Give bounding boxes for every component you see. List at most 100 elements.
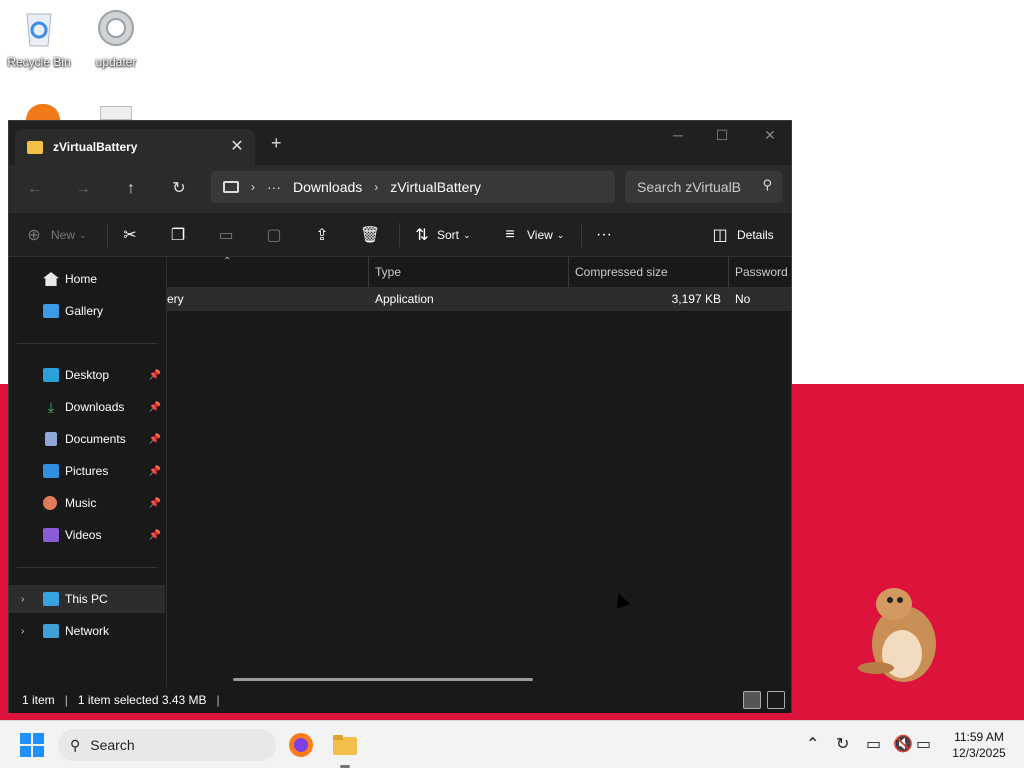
tab-zvirtualbattery[interactable]: zVirtualBattery ✕ [15, 129, 255, 165]
breadcrumb-downloads[interactable]: Downloads [293, 179, 362, 195]
sidebar-item-desktop[interactable]: Desktop 📌 [9, 361, 165, 389]
sidebar-item-network[interactable]: › Network [9, 617, 165, 645]
minimize-button[interactable]: ─ [655, 127, 701, 143]
command-bar: ⊕ New ⌄ ✂ ❐ ▭ ▢ ⇪ 🗑 ⇅ Sort ⌄ ≡ View ⌄ ··… [9, 213, 791, 257]
details-view-toggle[interactable] [743, 691, 761, 709]
clipboard-icon: ▭ [218, 227, 234, 244]
desktop-icon-updater[interactable]: updater [78, 0, 154, 69]
breadcrumb-zvirtualbattery[interactable]: zVirtualBattery [390, 179, 481, 195]
pin-icon[interactable]: 📌 [149, 434, 161, 445]
sidebar-divider [17, 343, 157, 344]
forward-button[interactable]: → [71, 177, 95, 201]
sort-button[interactable]: ⇅ Sort ⌄ [411, 223, 471, 247]
address-bar[interactable]: › ··· Downloads › zVirtualBattery [211, 171, 615, 203]
share-button[interactable]: ⇪ [311, 223, 333, 247]
taskbar: ⚲ Search ⌃ ↻ ▭ 🔇 ▭ 11:59 AM 12/3/2025 [0, 720, 1024, 768]
sidebar-item-label: Desktop [65, 368, 110, 382]
sync-icon[interactable]: ↻ [836, 734, 849, 754]
search-input[interactable]: Search zVirtualB [637, 179, 741, 195]
desktop-icon-recycle-bin[interactable]: Recycle Bin [1, 0, 77, 69]
new-tab-button[interactable]: + [271, 134, 282, 152]
sidebar-item-label: Home [65, 272, 98, 286]
taskbar-search[interactable]: ⚲ Search [58, 729, 276, 761]
sidebar-item-music[interactable]: Music 📌 [9, 489, 165, 517]
chevron-down-icon: ⌄ [463, 229, 471, 240]
details-button[interactable]: ◫ Details [709, 223, 773, 247]
table-row[interactable]: ery Application 3,197 KB No [167, 287, 791, 311]
start-windows-icon[interactable] [18, 731, 46, 759]
toolbar-divider [581, 223, 582, 247]
tiles-view-toggle[interactable] [767, 691, 785, 709]
trash-icon: 🗑 [359, 227, 381, 244]
navigation-bar: ← → ↑ ↻ › ··· Downloads › zVirtualBatter… [9, 165, 791, 213]
close-window-button[interactable]: ✕ [747, 127, 793, 144]
close-tab-icon[interactable]: ✕ [227, 137, 247, 157]
sidebar-item-label: Videos [65, 528, 102, 542]
delete-button[interactable]: 🗑 [359, 223, 381, 247]
gallery-icon [43, 304, 59, 318]
column-header-password[interactable]: Password p [729, 257, 791, 287]
network-status-icon[interactable]: ▭ [866, 734, 881, 754]
firefox-icon[interactable] [287, 731, 315, 759]
documents-icon [45, 432, 57, 446]
column-header-type[interactable]: Type [369, 257, 569, 287]
battery-icon[interactable]: ▭ [916, 734, 931, 754]
see-more-button[interactable]: ··· [593, 223, 615, 247]
more-locations-icon[interactable]: ··· [267, 179, 281, 195]
file-list-pane[interactable]: ⌃ Type Compressed size Password p ery Ap… [167, 257, 791, 687]
pin-icon[interactable]: 📌 [149, 370, 161, 381]
file-explorer-window[interactable]: zVirtualBattery ✕ + ─ ☐ ✕ ← → ↑ ↻ › ··· … [8, 120, 792, 713]
pin-icon[interactable]: 📌 [149, 402, 161, 413]
toolbar-divider [399, 223, 400, 247]
sidebar-item-pictures[interactable]: Pictures 📌 [9, 457, 165, 485]
pin-icon[interactable]: 📌 [149, 466, 161, 477]
show-hidden-icons-chevron-up-icon[interactable]: ⌃ [806, 734, 819, 754]
updater-icon [98, 10, 134, 46]
toolbar-divider [107, 223, 108, 247]
sidebar-item-gallery[interactable]: Gallery [9, 297, 165, 325]
chevron-right-icon[interactable]: › [21, 594, 24, 605]
view-list-icon: ≡ [505, 226, 515, 243]
network-icon [43, 624, 59, 638]
sidebar-item-home[interactable]: Home [9, 265, 165, 293]
music-icon [43, 496, 57, 510]
sidebar-item-downloads[interactable]: ⤓ Downloads 📌 [9, 393, 165, 421]
copy-button[interactable]: ❐ [167, 223, 189, 247]
rename-button[interactable]: ▢ [263, 223, 285, 247]
column-header-compressed-size[interactable]: Compressed size [569, 257, 729, 287]
new-button[interactable]: ⊕ New ⌄ [23, 223, 86, 247]
partial-desktop-file-icon[interactable] [100, 106, 132, 120]
cut-button[interactable]: ✂ [119, 223, 141, 247]
volume-muted-icon[interactable]: 🔇 [893, 734, 913, 754]
sidebar-item-videos[interactable]: Videos 📌 [9, 521, 165, 549]
desktop-icon [43, 368, 59, 382]
pin-icon[interactable]: 📌 [149, 530, 161, 541]
column-header-name[interactable]: ⌃ [167, 257, 369, 287]
pin-icon[interactable]: 📌 [149, 498, 161, 509]
system-clock[interactable]: 11:59 AM 12/3/2025 [944, 729, 1014, 761]
paste-button[interactable]: ▭ [215, 223, 237, 247]
up-button[interactable]: ↑ [119, 177, 143, 201]
view-label: View [527, 228, 553, 242]
sidebar-item-this-pc[interactable]: › This PC [9, 585, 165, 613]
sidebar-item-documents[interactable]: Documents 📌 [9, 425, 165, 453]
sidebar-item-label: Gallery [65, 304, 104, 318]
sidebar-item-label: Network [65, 624, 110, 638]
horizontal-scrollbar[interactable] [233, 678, 533, 681]
chevron-right-icon[interactable]: › [21, 626, 24, 637]
cell-password: No [735, 292, 751, 306]
clock-time: 11:59 AM [954, 730, 1004, 744]
new-label: New [51, 228, 76, 242]
navigation-pane[interactable]: Home Gallery Desktop 📌 ⤓ Downloads 📌 Doc… [9, 257, 167, 687]
back-button[interactable]: ← [23, 177, 47, 201]
refresh-button[interactable]: ↻ [167, 177, 191, 201]
search-box[interactable]: Search zVirtualB ⚲ [625, 171, 782, 203]
clock-date: 12/3/2025 [952, 746, 1006, 760]
file-explorer-icon[interactable] [331, 731, 359, 759]
maximize-button[interactable]: ☐ [699, 127, 745, 144]
rename-icon: ▢ [266, 227, 282, 244]
status-divider: | [216, 693, 220, 707]
status-item-count: 1 item [22, 693, 55, 707]
title-bar[interactable]: zVirtualBattery ✕ + ─ ☐ ✕ [9, 121, 791, 165]
view-button[interactable]: ≡ View ⌄ [499, 223, 564, 247]
